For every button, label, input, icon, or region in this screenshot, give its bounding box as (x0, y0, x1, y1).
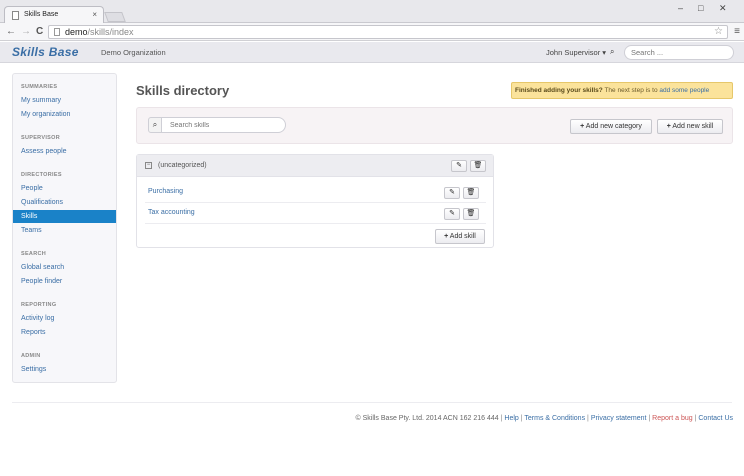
copyright: © Skills Base Pty. Ltd. 2014 ACN 162 216… (355, 415, 499, 422)
plus-icon: + (444, 233, 449, 240)
minimize-icon[interactable]: – (678, 3, 683, 13)
maximize-icon[interactable]: □ (698, 3, 703, 13)
sidebar-heading-reporting: REPORTING (21, 302, 57, 308)
skill-link-purchasing[interactable]: Purchasing (148, 188, 183, 195)
sidebar-item-reports[interactable]: Reports (13, 326, 116, 339)
user-menu[interactable]: John Supervisor ▾ (546, 48, 606, 57)
add-people-link[interactable]: add some people (659, 87, 709, 94)
app-logo[interactable]: Skills Base (12, 45, 79, 59)
delete-skill-icon[interactable]: 🗑 (463, 187, 479, 199)
sidebar-item-qualifications[interactable]: Qualifications (13, 196, 116, 209)
notice-bold-text: Finished adding your skills? (515, 87, 603, 94)
privacy-link[interactable]: Privacy statement (591, 415, 647, 422)
sidebar-item-global-search[interactable]: Global search (13, 261, 116, 274)
tab-title: Skills Base (24, 11, 59, 18)
next-step-notice: Finished adding your skills? The next st… (511, 82, 733, 99)
forward-icon[interactable]: → (21, 26, 31, 38)
plus-icon: + (580, 123, 585, 130)
sidebar-item-skills[interactable]: Skills (13, 210, 116, 223)
help-link[interactable]: Help (504, 415, 518, 422)
back-icon[interactable]: ← (6, 26, 16, 38)
app-header: Skills Base Demo Organization John Super… (0, 42, 744, 63)
terms-link[interactable]: Terms & Conditions (524, 415, 585, 422)
add-skill-to-category-button[interactable]: + Add skill (435, 229, 485, 244)
bookmark-star-icon[interactable]: ☆ (714, 26, 723, 37)
sidebar-item-people-finder[interactable]: People finder (13, 275, 116, 288)
collapse-icon[interactable]: − (145, 162, 152, 169)
organization-name: Demo Organization (101, 48, 166, 57)
contact-link[interactable]: Contact Us (698, 415, 733, 422)
address-bar: ← → C demo/skills/index ☆ ≡ (0, 23, 744, 41)
browser-tab[interactable]: Skills Base × (4, 6, 104, 23)
category-header: − (uncategorized) ✎ 🗑 (137, 155, 493, 177)
skills-search-input[interactable] (161, 117, 286, 133)
skills-search: ⌕ (148, 117, 286, 133)
sidebar-item-my-organization[interactable]: My organization (13, 108, 116, 121)
skill-row: Tax accounting ✎ 🗑 (145, 203, 486, 224)
sidebar-heading-directories: DIRECTORIES (21, 172, 62, 178)
browser-titlebar: Skills Base × – □ ✕ (0, 0, 744, 23)
footer-divider (12, 402, 732, 403)
notice-text: The next step is to (602, 87, 660, 94)
delete-skill-icon[interactable]: 🗑 (463, 208, 479, 220)
reload-icon[interactable]: C (36, 26, 43, 38)
plus-icon: + (666, 123, 671, 130)
url-field[interactable]: demo/skills/index ☆ (48, 25, 728, 39)
sidebar-heading-search: SEARCH (21, 251, 47, 257)
close-window-icon[interactable]: ✕ (719, 3, 727, 14)
add-skill-button[interactable]: + Add new skill (657, 119, 723, 134)
search-icon: ⌕ (148, 117, 162, 133)
sidebar-item-assess-people[interactable]: Assess people (13, 145, 116, 158)
sidebar-item-settings[interactable]: Settings (13, 363, 116, 376)
edit-category-icon[interactable]: ✎ (451, 160, 467, 172)
search-icon: ⌕ (610, 47, 615, 56)
page-title: Skills directory (136, 83, 230, 98)
sidebar-item-teams[interactable]: Teams (13, 224, 116, 237)
sidebar-heading-admin: ADMIN (21, 353, 41, 359)
sidebar-item-people[interactable]: People (13, 182, 116, 195)
edit-skill-icon[interactable]: ✎ (444, 208, 460, 220)
global-search: ⌕ (608, 45, 734, 60)
edit-skill-icon[interactable]: ✎ (444, 187, 460, 199)
add-category-button[interactable]: + Add new category (570, 119, 652, 134)
skills-toolbar: ⌕ + Add new category + Add new skill (136, 107, 733, 144)
url-text: demo/skills/index (65, 27, 134, 37)
category-panel: − (uncategorized) ✎ 🗑 Purchasing ✎ 🗑 Tax… (136, 154, 494, 248)
browser-menu-icon[interactable]: ≡ (734, 26, 740, 37)
global-search-input[interactable] (624, 45, 734, 60)
delete-category-icon[interactable]: 🗑 (470, 160, 486, 172)
new-tab-button[interactable] (104, 12, 126, 22)
page-icon (12, 11, 19, 20)
footer: © Skills Base Pty. Ltd. 2014 ACN 162 216… (355, 415, 734, 422)
skill-row: Purchasing ✎ 🗑 (145, 182, 486, 203)
tab-close-icon[interactable]: × (92, 10, 97, 19)
sidebar-heading-summaries: SUMMARIES (21, 84, 58, 90)
sidebar-item-my-summary[interactable]: My summary (13, 94, 116, 107)
sidebar-heading-supervisor: SUPERVISOR (21, 135, 60, 141)
sidebar: SUMMARIES My summary My organization SUP… (12, 73, 117, 383)
page-info-icon (54, 28, 60, 36)
category-name: (uncategorized) (158, 162, 207, 169)
skill-link-tax-accounting[interactable]: Tax accounting (148, 209, 195, 216)
report-bug-link[interactable]: Report a bug (652, 415, 692, 422)
sidebar-item-activity-log[interactable]: Activity log (13, 312, 116, 325)
